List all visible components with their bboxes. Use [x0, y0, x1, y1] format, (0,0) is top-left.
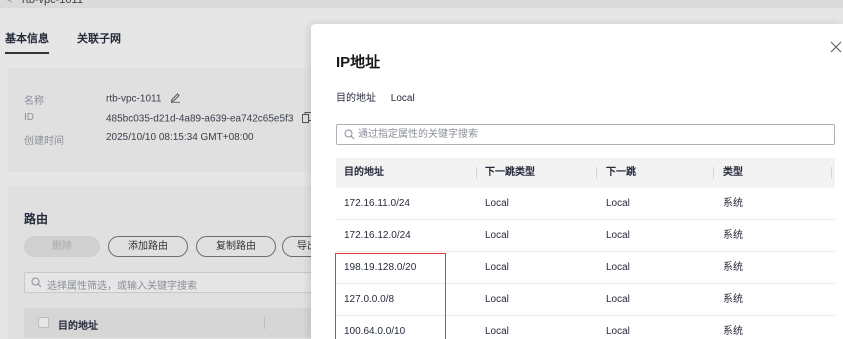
tab-associated-subnets[interactable]: 关联子网	[77, 30, 121, 46]
cell-type: 系统	[723, 230, 743, 241]
info-label: ID	[24, 112, 34, 123]
cell-next-hop: Local	[606, 198, 630, 209]
info-value: 485bc035-d21d-4a89-a639-ea742c65e5f3	[106, 112, 313, 126]
top-bar: < rtb-vpc-1011	[0, 0, 843, 8]
tab-basic-info[interactable]: 基本信息	[5, 30, 49, 54]
basic-info-card: 名称 rtb-vpc-1011 ID 485bc035-d21d-4a89-a6…	[8, 68, 318, 172]
cell-type: 系统	[723, 294, 743, 305]
add-route-button[interactable]: 添加路由	[108, 236, 188, 257]
close-icon[interactable]	[829, 40, 843, 54]
cell-next-hop: Local	[606, 230, 630, 241]
destination-label: 目的地址	[336, 93, 376, 104]
column-divider	[596, 167, 597, 179]
column-divider	[264, 317, 265, 329]
info-label: 创建时间	[24, 136, 64, 147]
drawer-title: IP地址	[336, 54, 381, 71]
search-icon	[344, 129, 355, 143]
route-table-header: 目的地址	[24, 308, 326, 338]
column-header-next-hop-type[interactable]: 下一跳类型	[485, 158, 535, 188]
back-arrow-icon[interactable]: <	[6, 0, 12, 6]
destination-row: 目的地址 Local	[336, 89, 415, 104]
cell-type: 系统	[723, 198, 743, 209]
route-table-id: 485bc035-d21d-4a89-a639-ea742c65e5f3	[106, 113, 294, 125]
route-card: 路由 删除 添加路由 复制路由 导出 选择属性筛选，或输入关键字搜索 目的地址	[8, 186, 342, 339]
table-row: 172.16.12.0/24 Local Local 系统	[336, 220, 835, 252]
cell-next-hop: Local	[606, 294, 630, 305]
search-icon	[31, 277, 42, 291]
route-section-title: 路由	[24, 212, 49, 226]
ip-search-box	[336, 124, 835, 145]
table-row: 172.16.11.0/24 Local Local 系统	[336, 188, 835, 220]
cell-destination: 172.16.11.0/24	[344, 198, 410, 209]
cell-next-hop-type: Local	[485, 294, 509, 305]
cell-destination: 127.0.0.0/8	[344, 294, 395, 305]
column-divider	[831, 167, 832, 179]
column-divider	[713, 167, 714, 179]
route-search-input[interactable]: 选择属性筛选，或输入关键字搜索	[24, 272, 326, 293]
cell-destination: 172.16.12.0/24	[344, 230, 411, 241]
column-divider	[476, 167, 477, 179]
destination-value: Local	[390, 93, 415, 104]
cell-next-hop-type: Local	[485, 198, 509, 209]
ip-search-input[interactable]	[358, 126, 818, 143]
edit-icon[interactable]	[170, 92, 181, 106]
table-header: 目的地址 下一跳类型 下一跳 类型	[336, 158, 835, 188]
cell-type: 系统	[723, 326, 743, 337]
column-header-destination: 目的地址	[58, 321, 98, 332]
cell-type: 系统	[723, 262, 743, 273]
table-row: 127.0.0.0/8 Local Local 系统	[336, 284, 835, 316]
table-body: 172.16.11.0/24 Local Local 系统 172.16.12.…	[336, 188, 835, 339]
search-placeholder: 选择属性筛选，或输入关键字搜索	[47, 281, 197, 292]
cell-destination: 100.64.0.0/10	[344, 326, 406, 337]
ip-table: 目的地址 下一跳类型 下一跳 类型 172.16.11.0/24 Local L…	[336, 158, 835, 339]
info-label: 名称	[24, 96, 44, 107]
breadcrumb: rtb-vpc-1011	[22, 0, 83, 6]
cell-destination: 198.19.128.0/20	[344, 262, 417, 273]
cell-next-hop: Local	[606, 326, 630, 337]
route-table-name: rtb-vpc-1011	[106, 93, 162, 105]
cell-next-hop-type: Local	[485, 230, 509, 241]
table-row: 100.64.0.0/10 Local Local 系统	[336, 316, 835, 339]
cell-next-hop-type: Local	[485, 326, 509, 337]
column-header-next-hop[interactable]: 下一跳	[606, 158, 636, 188]
table-row: 198.19.128.0/20 Local Local 系统	[336, 252, 835, 284]
cell-next-hop: Local	[606, 262, 630, 273]
delete-route-button[interactable]: 删除	[24, 236, 100, 257]
cell-next-hop-type: Local	[485, 262, 509, 273]
select-all-checkbox[interactable]	[38, 317, 49, 328]
copy-route-button[interactable]: 复制路由	[196, 236, 276, 257]
ip-address-drawer: IP地址 目的地址 Local 目的地址 下一跳类型 下一跳 类型 172.16…	[311, 24, 843, 339]
column-header-type[interactable]: 类型	[723, 158, 743, 188]
info-value: 2025/10/10 08:15:34 GMT+08:00	[106, 132, 254, 143]
column-header-destination[interactable]: 目的地址	[344, 158, 384, 188]
info-value: rtb-vpc-1011	[106, 92, 181, 106]
